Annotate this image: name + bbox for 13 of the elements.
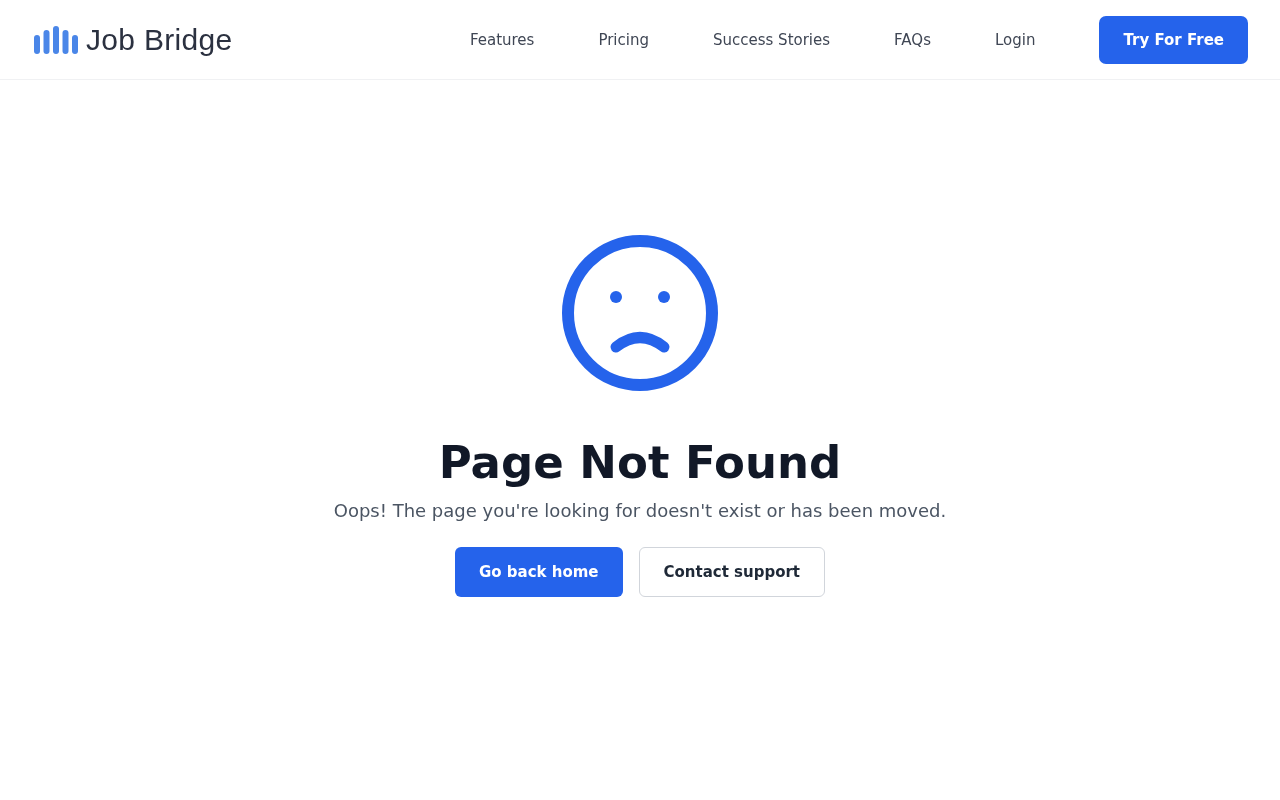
nav-link[interactable]: Login [962, 30, 1068, 49]
try-free-button[interactable]: Try For Free [1099, 15, 1248, 64]
sad-face-icon [561, 234, 719, 392]
logo-text[interactable]: Job Bridge [86, 22, 233, 57]
nav-link[interactable]: Features [437, 30, 567, 49]
support-button[interactable]: Contact support [638, 547, 826, 597]
nav-link[interactable]: FAQs [862, 30, 963, 49]
error-message: Oops! The page you're looking for doesn't exist or has been moved. [333, 500, 947, 521]
nav-link[interactable]: Pricing [566, 30, 681, 49]
nav-link[interactable]: Success Stories [680, 30, 863, 49]
logo-bars-icon [34, 25, 78, 54]
error-title: Page Not Found [438, 436, 842, 490]
home-button[interactable]: Go back home [454, 547, 623, 597]
